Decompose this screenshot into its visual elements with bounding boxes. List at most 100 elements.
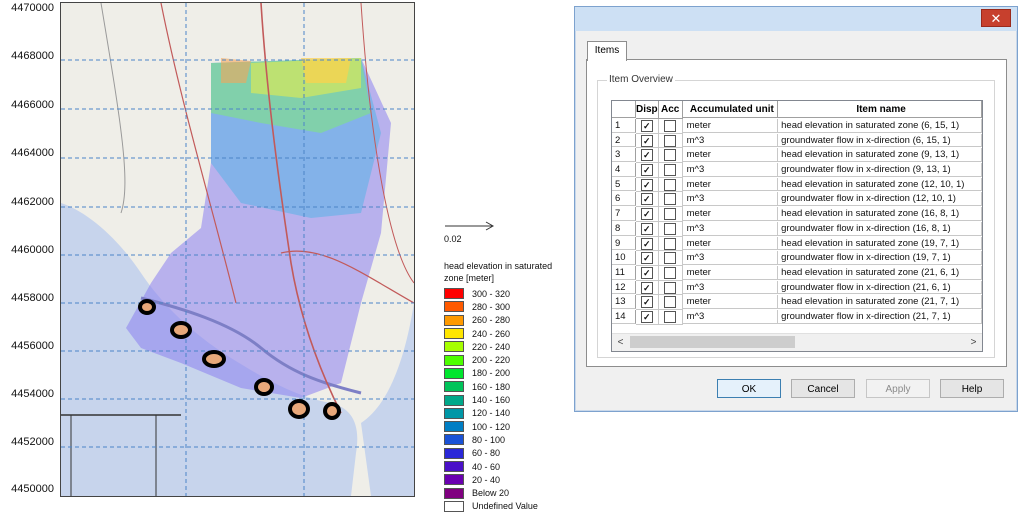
acc-cell bbox=[658, 133, 683, 149]
item-name-cell[interactable]: groundwater flow in x-direction (12, 10,… bbox=[778, 192, 982, 207]
legend-label: 240 - 260 bbox=[472, 328, 511, 339]
item-name-cell[interactable]: head elevation in saturated zone (12, 10… bbox=[778, 177, 982, 192]
unit-cell[interactable]: m^3 bbox=[682, 163, 779, 177]
scroll-thumb[interactable] bbox=[630, 336, 795, 348]
tab-items[interactable]: Items bbox=[587, 41, 627, 61]
disp-checkbox[interactable]: ✓ bbox=[640, 178, 653, 191]
table-row[interactable]: 3 ✓ meter head elevation in saturated zone … bbox=[612, 148, 982, 164]
table-row[interactable]: 11 ✓ meter head elevation in saturated zone… bbox=[612, 265, 982, 281]
table-row[interactable]: 14 ✓ m^3 groundwater flow in x-direction (2… bbox=[612, 309, 982, 325]
unit-cell[interactable]: m^3 bbox=[682, 251, 779, 265]
disp-checkbox[interactable]: ✓ bbox=[640, 281, 653, 294]
scroll-right-icon[interactable]: > bbox=[965, 334, 982, 351]
close-button[interactable]: ✕ bbox=[981, 9, 1011, 27]
legend-title: head elevation in saturated zone [meter] bbox=[444, 261, 553, 283]
acc-checkbox[interactable] bbox=[664, 149, 677, 162]
unit-cell[interactable]: meter bbox=[682, 148, 779, 163]
col-header-name[interactable]: Item name bbox=[778, 101, 982, 118]
cancel-button[interactable]: Cancel bbox=[791, 379, 855, 398]
item-grid[interactable]: Disp Acc Accumulated unit Item name 1 ✓ meter… bbox=[611, 100, 983, 352]
acc-checkbox[interactable] bbox=[664, 252, 677, 265]
item-name-cell[interactable]: head elevation in saturated zone (9, 13,… bbox=[778, 148, 982, 163]
disp-checkbox[interactable]: ✓ bbox=[640, 149, 653, 162]
table-row[interactable]: 4 ✓ m^3 groundwater flow in x-direction (9,… bbox=[612, 163, 982, 178]
table-row[interactable]: 5 ✓ meter head elevation in saturated zone … bbox=[612, 177, 982, 193]
unit-cell[interactable]: meter bbox=[682, 236, 779, 251]
acc-checkbox[interactable] bbox=[664, 222, 677, 235]
disp-checkbox[interactable]: ✓ bbox=[640, 237, 653, 250]
unit-cell[interactable]: m^3 bbox=[682, 309, 779, 324]
table-row[interactable]: 6 ✓ m^3 groundwater flow in x-direction (12… bbox=[612, 192, 982, 208]
table-row[interactable]: 1 ✓ meter head elevation in saturated zone … bbox=[612, 119, 982, 134]
table-row[interactable]: 2 ✓ m^3 groundwater flow in x-direction (6,… bbox=[612, 133, 982, 149]
unit-cell[interactable]: meter bbox=[682, 207, 779, 221]
item-name-cell[interactable]: head elevation in saturated zone (21, 7,… bbox=[778, 295, 982, 309]
col-header-index[interactable] bbox=[612, 101, 636, 118]
disp-checkbox[interactable]: ✓ bbox=[640, 164, 653, 177]
acc-checkbox[interactable] bbox=[664, 164, 677, 177]
item-name-cell[interactable]: head elevation in saturated zone (19, 7,… bbox=[778, 236, 982, 251]
item-name-cell[interactable]: groundwater flow in x-direction (19, 7, … bbox=[778, 251, 982, 265]
scroll-left-icon[interactable]: < bbox=[612, 334, 629, 351]
item-name-cell[interactable]: groundwater flow in x-direction (21, 6, … bbox=[778, 280, 982, 295]
col-header-unit[interactable]: Accumulated unit bbox=[682, 101, 779, 118]
table-row[interactable]: 8 ✓ m^3 groundwater flow in x-direction (16… bbox=[612, 221, 982, 237]
legend-label: 60 - 80 bbox=[472, 448, 501, 459]
unit-cell[interactable]: m^3 bbox=[682, 280, 779, 295]
unit-cell[interactable]: meter bbox=[682, 265, 779, 280]
acc-checkbox[interactable] bbox=[664, 134, 677, 147]
legend-label: 40 - 60 bbox=[472, 461, 501, 472]
table-row[interactable]: 9 ✓ meter head elevation in saturated zone … bbox=[612, 236, 982, 252]
disp-checkbox[interactable]: ✓ bbox=[640, 134, 653, 147]
acc-checkbox[interactable] bbox=[664, 178, 677, 191]
item-name-cell[interactable]: head elevation in saturated zone (16, 8,… bbox=[778, 207, 982, 221]
item-name-cell[interactable]: head elevation in saturated zone (6, 15,… bbox=[778, 119, 982, 133]
table-row[interactable]: 7 ✓ meter head elevation in saturated zone … bbox=[612, 207, 982, 222]
disp-checkbox[interactable]: ✓ bbox=[640, 252, 653, 265]
acc-checkbox[interactable] bbox=[664, 208, 677, 221]
acc-cell bbox=[658, 280, 683, 296]
legend-label: 140 - 160 bbox=[472, 395, 511, 406]
unit-cell[interactable]: m^3 bbox=[682, 192, 779, 207]
acc-checkbox[interactable] bbox=[664, 120, 677, 132]
table-row[interactable]: 13 ✓ meter head elevation in saturated zone… bbox=[612, 295, 982, 310]
disp-checkbox[interactable]: ✓ bbox=[640, 310, 653, 323]
y-tick-label: 4458000 bbox=[11, 292, 54, 304]
help-button[interactable]: Help bbox=[940, 379, 1004, 398]
item-name-cell[interactable]: groundwater flow in x-direction (6, 15, … bbox=[778, 133, 982, 148]
legend-swatch bbox=[444, 288, 464, 300]
disp-checkbox[interactable]: ✓ bbox=[640, 296, 653, 309]
legend-swatch bbox=[444, 341, 464, 353]
acc-checkbox[interactable] bbox=[664, 193, 677, 206]
item-name-cell[interactable]: groundwater flow in x-direction (21, 7, … bbox=[778, 309, 982, 324]
apply-button[interactable]: Apply bbox=[866, 379, 930, 398]
unit-cell[interactable]: meter bbox=[682, 177, 779, 192]
acc-checkbox[interactable] bbox=[664, 310, 677, 323]
row-index: 4 bbox=[612, 163, 636, 177]
acc-checkbox[interactable] bbox=[664, 281, 677, 294]
disp-checkbox[interactable]: ✓ bbox=[640, 193, 653, 206]
unit-cell[interactable]: meter bbox=[682, 295, 779, 309]
disp-checkbox[interactable]: ✓ bbox=[640, 222, 653, 235]
unit-cell[interactable]: meter bbox=[682, 119, 779, 133]
table-row[interactable]: 10 ✓ m^3 groundwater flow in x-direction (1… bbox=[612, 251, 982, 266]
horizontal-scrollbar[interactable]: < > bbox=[612, 333, 982, 351]
disp-checkbox[interactable]: ✓ bbox=[640, 120, 653, 132]
ok-button[interactable]: OK bbox=[717, 379, 781, 398]
unit-cell[interactable]: m^3 bbox=[682, 221, 779, 236]
acc-checkbox[interactable] bbox=[664, 237, 677, 250]
dialog-titlebar[interactable]: ✕ bbox=[575, 7, 1017, 31]
acc-checkbox[interactable] bbox=[664, 266, 677, 279]
table-row[interactable]: 12 ✓ m^3 groundwater flow in x-direction (2… bbox=[612, 280, 982, 296]
row-index: 2 bbox=[612, 133, 636, 148]
map-view[interactable] bbox=[60, 2, 415, 497]
disp-checkbox[interactable]: ✓ bbox=[640, 266, 653, 279]
item-name-cell[interactable]: groundwater flow in x-direction (16, 8, … bbox=[778, 221, 982, 236]
acc-checkbox[interactable] bbox=[664, 296, 677, 309]
col-header-acc[interactable]: Acc bbox=[658, 101, 683, 119]
unit-cell[interactable]: m^3 bbox=[682, 133, 779, 148]
item-name-cell[interactable]: head elevation in saturated zone (21, 6,… bbox=[778, 265, 982, 280]
item-name-cell[interactable]: groundwater flow in x-direction (9, 13, … bbox=[778, 163, 982, 177]
col-header-disp[interactable]: Disp bbox=[635, 101, 659, 119]
disp-checkbox[interactable]: ✓ bbox=[640, 208, 653, 221]
